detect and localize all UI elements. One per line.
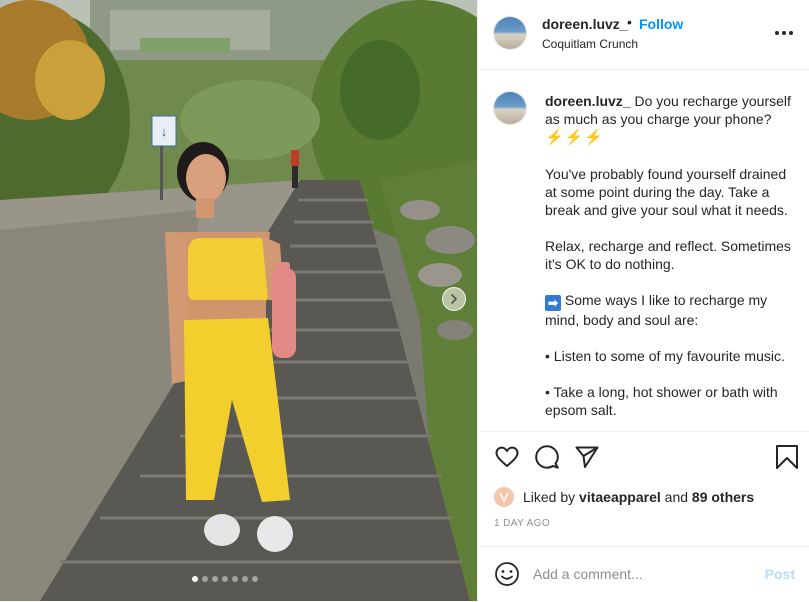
caption-section: doreen.luvz_ Do you recharge yourself as… bbox=[478, 70, 809, 430]
heart-icon[interactable] bbox=[494, 444, 520, 470]
follow-button[interactable]: Follow bbox=[639, 16, 683, 32]
chevron-right-icon bbox=[451, 294, 457, 304]
bookmark-icon[interactable] bbox=[774, 444, 800, 470]
carousel-next-button[interactable] bbox=[442, 287, 466, 311]
post-header: doreen.luvz_ • Follow Coquitlam Crunch bbox=[478, 0, 809, 70]
comment-bar: Post bbox=[478, 546, 809, 602]
more-options-icon[interactable] bbox=[775, 30, 793, 36]
likes-prefix: Liked by bbox=[523, 489, 580, 505]
carousel-dot bbox=[222, 576, 228, 582]
avatar[interactable] bbox=[494, 17, 526, 49]
post-panel: doreen.luvz_ • Follow Coquitlam Crunch d… bbox=[477, 0, 809, 601]
caption-paragraph: • Take a long, hot shower or bath with e… bbox=[545, 384, 778, 418]
post-date[interactable]: 1 DAY AGO bbox=[494, 518, 550, 529]
header-username[interactable]: doreen.luvz_ bbox=[542, 16, 628, 32]
liker-username[interactable]: vitaeapparel bbox=[579, 489, 661, 505]
action-bar bbox=[478, 431, 809, 482]
carousel-dot bbox=[252, 576, 258, 582]
location-link[interactable]: Coquitlam Crunch bbox=[542, 37, 638, 51]
liker-avatar[interactable] bbox=[494, 487, 514, 507]
post-photo[interactable]: ↓ bbox=[0, 0, 477, 601]
carousel-dot bbox=[242, 576, 248, 582]
carousel-dot bbox=[212, 576, 218, 582]
photo-image bbox=[0, 0, 477, 601]
share-icon[interactable] bbox=[574, 444, 600, 470]
header-separator: • bbox=[627, 14, 632, 30]
photo-sign-text: ↓ bbox=[160, 124, 168, 139]
caption-username[interactable]: doreen.luvz_ bbox=[545, 93, 631, 109]
likes-mid: and bbox=[660, 489, 692, 505]
caption-text: doreen.luvz_ Do you recharge yourself as… bbox=[545, 92, 797, 430]
emoji-icon[interactable] bbox=[494, 561, 520, 587]
post-comment-button[interactable]: Post bbox=[765, 566, 795, 582]
lightning-emoji: ⚡⚡⚡ bbox=[545, 129, 605, 146]
caption-avatar[interactable] bbox=[494, 92, 526, 124]
carousel-dot bbox=[192, 576, 198, 582]
likes-others-link[interactable]: 89 others bbox=[692, 489, 754, 505]
carousel-dot bbox=[232, 576, 238, 582]
carousel-indicator bbox=[192, 576, 258, 582]
caption-paragraph: You've probably found yourself drained a… bbox=[545, 166, 788, 218]
vitae-logo-icon bbox=[499, 492, 509, 503]
comment-icon[interactable] bbox=[534, 444, 560, 470]
caption-paragraph: • Listen to some of my favourite music. bbox=[545, 348, 785, 364]
caption-paragraph: Some ways I like to recharge my mind, bo… bbox=[545, 292, 768, 328]
comment-input[interactable] bbox=[533, 563, 753, 585]
caption-paragraph: Relax, recharge and reflect. Sometimes i… bbox=[545, 238, 791, 272]
carousel-dot bbox=[202, 576, 208, 582]
right-arrow-emoji: ➡ bbox=[545, 295, 561, 311]
